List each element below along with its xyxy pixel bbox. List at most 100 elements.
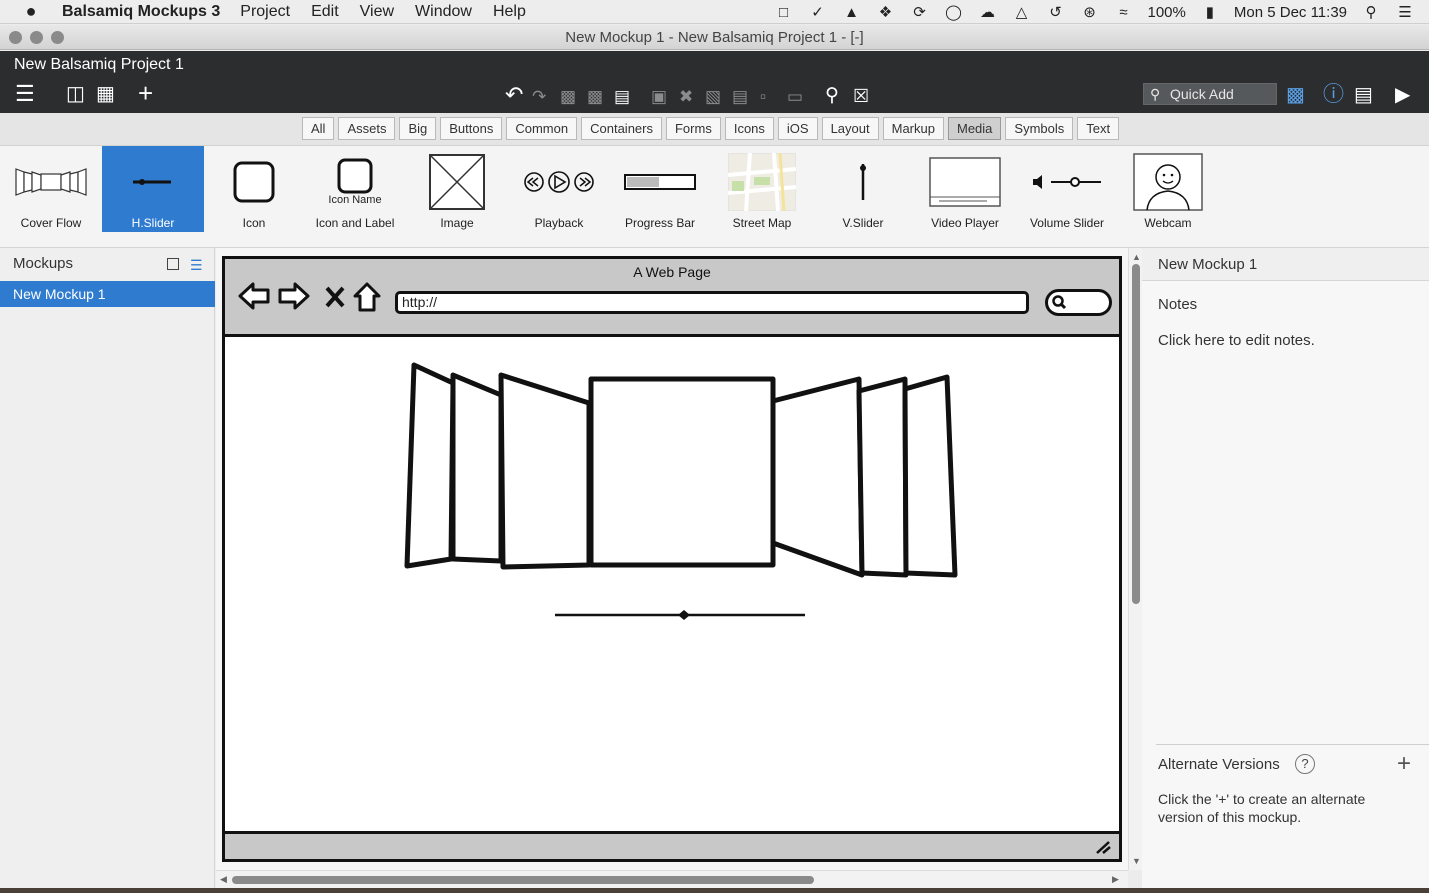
menu-help[interactable]: Help [493, 3, 526, 21]
video-player-icon [914, 152, 1016, 212]
menu-edit[interactable]: Edit [311, 3, 339, 21]
filter-tab-assets[interactable]: Assets [338, 117, 396, 140]
align-icon[interactable]: ▤ [732, 86, 748, 108]
copy-icon[interactable]: ▩ [587, 86, 603, 108]
component-volume-slider[interactable]: Volume Slider [1016, 146, 1118, 232]
component-icon-and-label[interactable]: Icon Name Icon and Label [304, 146, 406, 232]
mockup-name-title[interactable]: New Mockup 1 [1142, 248, 1429, 281]
icon-name-sublabel: Icon Name [328, 194, 382, 206]
menu-window[interactable]: Window [415, 3, 472, 21]
quick-add-input[interactable]: ⚲ Quick Add [1143, 83, 1277, 105]
filter-tab-icons[interactable]: Icons [724, 117, 774, 140]
component-video-player[interactable]: Video Player [914, 146, 1016, 232]
drive-icon[interactable]: △ [1012, 3, 1032, 21]
sync-icon[interactable]: ⟳ [910, 3, 930, 21]
menu-view[interactable]: View [360, 3, 394, 21]
filter-tab-layout[interactable]: Layout [821, 117, 879, 140]
zoom-icon[interactable]: ⚲ [825, 85, 839, 107]
add-mockup-icon[interactable]: + [138, 80, 153, 106]
scroll-down-icon[interactable]: ▼ [1132, 856, 1141, 866]
thumbnail-view-icon[interactable] [167, 258, 179, 270]
component-label: Icon [242, 216, 266, 230]
cloud-icon[interactable]: ☁ [978, 3, 998, 21]
menu-project[interactable]: Project [240, 3, 290, 21]
app-menu[interactable]: Balsamiq Mockups 3 [62, 3, 220, 21]
vertical-scroll-thumb[interactable] [1132, 264, 1140, 604]
status-app-icon[interactable]: □ [774, 4, 794, 21]
icon-icon [203, 152, 305, 212]
add-alternate-version-button[interactable]: + [1397, 750, 1411, 778]
clock[interactable]: Mon 5 Dec 11:39 [1234, 4, 1347, 21]
filter-tab-buttons[interactable]: Buttons [440, 117, 503, 140]
horizontal-scrollbar[interactable]: ◀ ▶ [216, 870, 1128, 888]
redo-icon[interactable]: ↷ [532, 86, 546, 108]
grid-view-icon[interactable]: ▦ [96, 83, 115, 105]
mockup-canvas[interactable]: A Web Page http:// [216, 248, 1128, 870]
spotlight-search-icon[interactable]: ⚲ [1361, 3, 1381, 21]
filter-tab-forms[interactable]: Forms [665, 117, 721, 140]
lock-icon[interactable]: ▫ [760, 86, 766, 108]
zoom-window-button[interactable] [51, 31, 64, 44]
mockup-list-item[interactable]: New Mockup 1 [0, 281, 215, 307]
minimize-window-button[interactable] [30, 31, 43, 44]
check-circle-icon[interactable]: ✓ [808, 3, 828, 21]
time-machine-icon[interactable]: ↺ [1046, 3, 1066, 21]
evernote-icon[interactable]: ▲ [842, 4, 862, 21]
close-window-button[interactable] [9, 31, 22, 44]
scroll-left-icon[interactable]: ◀ [220, 874, 227, 885]
filter-tab-markup[interactable]: Markup [882, 117, 944, 140]
component-icon[interactable]: Icon [203, 146, 305, 232]
component-label: Progress Bar [624, 216, 696, 230]
filter-tab-media[interactable]: Media [947, 117, 1002, 140]
filter-tab-text[interactable]: Text [1077, 117, 1120, 140]
fullscreen-icon[interactable]: ☒ [853, 85, 869, 107]
component-webcam[interactable]: Webcam [1117, 146, 1219, 232]
paste-icon[interactable]: ▤ [614, 86, 630, 108]
dropbox-icon[interactable]: ❖ [876, 3, 896, 21]
ungroup-icon[interactable]: ✖ [679, 86, 693, 108]
filter-tab-all[interactable]: All [302, 117, 335, 140]
filter-tab-symbols[interactable]: Symbols [1005, 117, 1074, 140]
shield-icon[interactable]: ◯ [944, 3, 964, 21]
component-image[interactable]: Image [406, 146, 508, 232]
vertical-scrollbar[interactable]: ▲ ▼ [1128, 248, 1142, 870]
app-toolbar: New Balsamiq Project 1 ☰ ◫ ▦ + ↶ ↷ ▩ ▩ ▤… [0, 51, 1429, 113]
component-street-map[interactable]: Street Map [711, 146, 813, 232]
bluetooth-icon[interactable]: ⊛ [1080, 3, 1100, 21]
apple-menu-icon[interactable]: ● [0, 1, 62, 22]
info-icon[interactable]: ⓘ [1323, 84, 1344, 106]
wifi-icon[interactable]: ≈ [1114, 4, 1134, 21]
h-slider-wireframe[interactable] [553, 607, 809, 623]
list-view-icon[interactable]: ☰ [190, 257, 203, 274]
filter-tab-common[interactable]: Common [506, 117, 578, 140]
cover-flow-wireframe[interactable] [225, 337, 1119, 637]
cut-icon[interactable]: ▩ [560, 86, 576, 108]
help-icon[interactable]: ? [1295, 754, 1315, 774]
filter-tab-containers[interactable]: Containers [581, 117, 662, 140]
scroll-right-icon[interactable]: ▶ [1112, 874, 1119, 885]
group-icon[interactable]: ▣ [651, 86, 667, 108]
filter-tab-ios[interactable]: iOS [777, 117, 818, 140]
scroll-up-icon[interactable]: ▲ [1132, 252, 1141, 262]
component-v-slider[interactable]: V.Slider [812, 146, 914, 232]
battery-icon[interactable]: ▮ [1200, 3, 1220, 21]
browser-window-wireframe[interactable]: A Web Page http:// [222, 256, 1122, 862]
component-progress-bar[interactable]: Progress Bar [609, 146, 711, 232]
hamburger-menu-icon[interactable]: ☰ [15, 83, 35, 105]
panel-view-icon[interactable]: ◫ [66, 83, 85, 105]
undo-icon[interactable]: ↶ [505, 84, 523, 106]
component-playback[interactable]: Playback [508, 146, 610, 232]
component-cover-flow[interactable]: Cover Flow [0, 146, 102, 232]
notes-panel-icon[interactable]: ▤ [1354, 84, 1373, 106]
project-view-icon[interactable]: ▩ [1286, 84, 1305, 106]
notification-center-icon[interactable]: ☰ [1395, 3, 1415, 21]
horizontal-scroll-thumb[interactable] [232, 876, 814, 884]
delete-icon[interactable]: ▭ [787, 86, 803, 108]
component-label: Volume Slider [1029, 216, 1105, 230]
filter-tab-big[interactable]: Big [399, 117, 437, 140]
component-h-slider[interactable]: H.Slider [102, 146, 204, 232]
notes-editor[interactable]: Click here to edit notes. [1158, 332, 1315, 349]
arrange-icon[interactable]: ▧ [705, 86, 721, 108]
desktop-edge [0, 888, 1429, 893]
present-icon[interactable]: ▶ [1395, 84, 1410, 106]
